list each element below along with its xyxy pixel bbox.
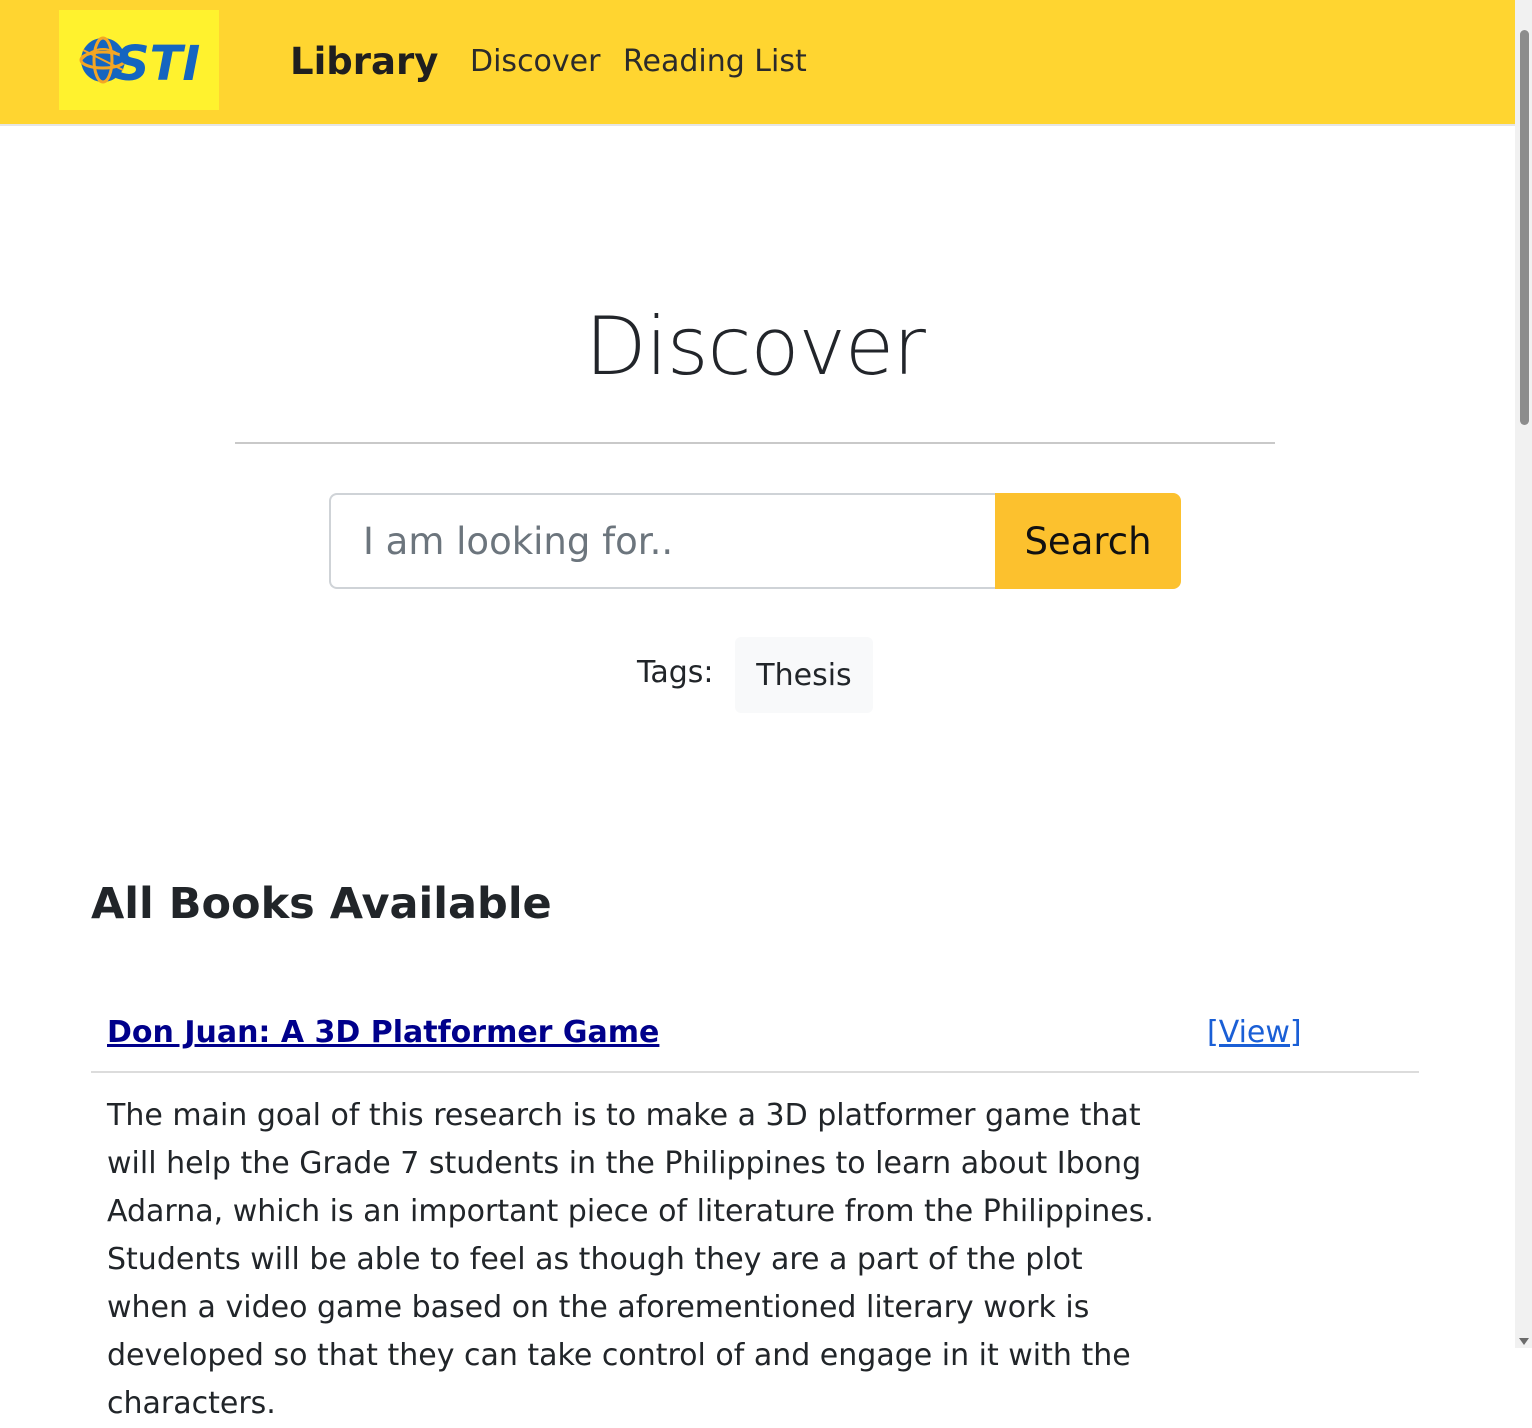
book-view-link[interactable]: [View] [1207, 1013, 1302, 1053]
scroll-down-arrow-icon[interactable] [1519, 1338, 1529, 1345]
sti-logo[interactable]: STI [59, 10, 219, 110]
nav-brand-library[interactable]: Library [290, 39, 438, 85]
tag-thesis[interactable]: Thesis [735, 637, 873, 713]
page-title: Discover [585, 300, 926, 393]
globe-logo-icon: STI [79, 36, 200, 92]
book-description: The main goal of this research is to mak… [107, 1098, 1154, 1421]
tags-label: Tags: [637, 655, 714, 690]
book-title-link[interactable]: Don Juan: A 3D Platformer Game [107, 1013, 659, 1053]
page-scrollbar[interactable] [1515, 0, 1532, 1348]
nav-link-reading-list[interactable]: Reading List [623, 42, 807, 82]
top-navbar: STI Library Discover Reading List [0, 0, 1515, 126]
search-input[interactable] [329, 493, 997, 589]
scrollbar-thumb[interactable] [1520, 30, 1529, 425]
book-divider [91, 1071, 1419, 1073]
logo-text: STI [115, 36, 200, 92]
search-button[interactable]: Search [995, 493, 1181, 589]
hero-divider [235, 442, 1275, 444]
section-title-all-books: All Books Available [91, 879, 552, 929]
nav-link-discover[interactable]: Discover [470, 42, 600, 82]
